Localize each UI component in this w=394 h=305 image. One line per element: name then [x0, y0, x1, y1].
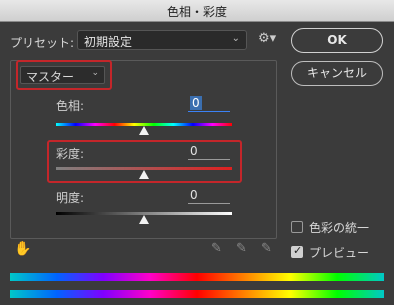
- preview-label: プレビュー: [309, 246, 370, 260]
- lightness-label: 明度:: [56, 191, 85, 205]
- ok-button[interactable]: OK: [291, 28, 383, 53]
- output-spectrum-bar: [10, 290, 384, 298]
- saturation-value: 0: [190, 144, 198, 158]
- hand-scrubby-icon[interactable]: ✋: [14, 241, 31, 257]
- lightness-value: 0: [190, 188, 198, 202]
- hue-value-field[interactable]: 0: [188, 96, 230, 112]
- preset-value: 初期設定: [84, 35, 133, 49]
- title-bar: 色相・彩度: [0, 0, 394, 22]
- eyedropper-icon[interactable]: ✎: [211, 241, 222, 256]
- eyedropper-minus-icon[interactable]: ✎: [261, 241, 272, 256]
- colorize-checkbox[interactable]: [291, 221, 303, 233]
- channel-highlight-box: [16, 60, 112, 90]
- gear-icon[interactable]: ⚙▾: [258, 31, 276, 46]
- colorize-label: 色彩の統一: [309, 221, 370, 235]
- lightness-value-field[interactable]: 0: [188, 188, 230, 204]
- saturation-value-field[interactable]: 0: [188, 144, 230, 160]
- lightness-slider-thumb[interactable]: [139, 215, 149, 224]
- preset-label: プリセット:: [10, 36, 75, 50]
- chevron-down-icon: ⌄: [231, 33, 240, 44]
- hue-value: 0: [190, 96, 202, 110]
- preview-checkbox[interactable]: [291, 244, 303, 258]
- preset-dropdown[interactable]: 初期設定 ⌄: [77, 30, 247, 50]
- eyedropper-plus-icon[interactable]: ✎: [236, 241, 247, 256]
- hue-slider-thumb[interactable]: [139, 126, 149, 135]
- saturation-label: 彩度:: [56, 147, 85, 161]
- window-title: 色相・彩度: [166, 5, 227, 19]
- hue-label: 色相:: [56, 99, 85, 113]
- cancel-button[interactable]: キャンセル: [291, 61, 383, 86]
- input-spectrum-bar: [10, 273, 384, 281]
- saturation-slider-thumb[interactable]: [139, 170, 149, 179]
